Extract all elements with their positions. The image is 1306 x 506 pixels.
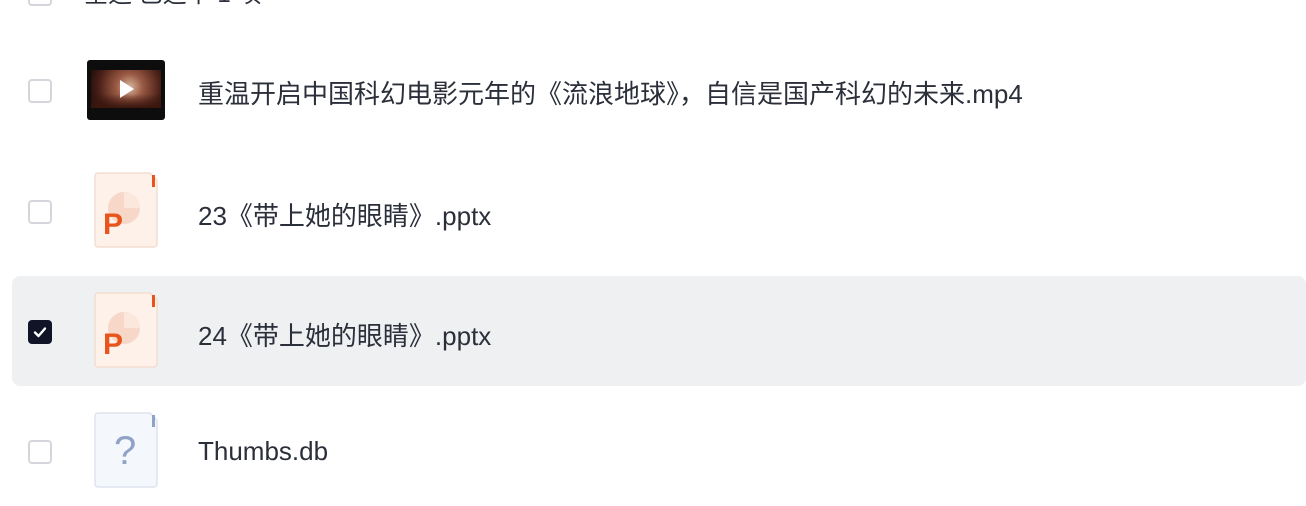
checkmark-icon (33, 327, 47, 338)
file-row[interactable]: P 23《带上她的眼睛》.pptx (12, 156, 1306, 266)
select-all-checkbox[interactable] (28, 0, 52, 6)
row-checkbox[interactable] (28, 200, 52, 224)
select-all-row: 全选 已选中 1 项 (0, 0, 1306, 10)
svg-text:?: ? (114, 429, 136, 473)
file-row-selected[interactable]: P 24《带上她的眼睛》.pptx (12, 276, 1306, 386)
svg-text:P: P (103, 328, 123, 361)
video-thumbnail (87, 60, 165, 120)
row-checkbox-checked[interactable] (28, 320, 52, 344)
play-icon (120, 80, 134, 98)
powerpoint-icon: P (94, 292, 158, 368)
file-row[interactable]: 重温开启中国科幻电影元年的《流浪地球》，自信是国产科幻的未来.mp4 (12, 36, 1306, 146)
powerpoint-icon: P (94, 172, 158, 248)
file-name[interactable]: 24《带上她的眼睛》.pptx (198, 316, 491, 353)
svg-text:P: P (103, 208, 123, 241)
row-checkbox[interactable] (28, 440, 52, 464)
file-name[interactable]: 23《带上她的眼睛》.pptx (198, 196, 491, 233)
unknown-file-icon: ? (94, 412, 158, 488)
file-row[interactable]: ? Thumbs.db (12, 396, 1306, 506)
file-name[interactable]: Thumbs.db (198, 436, 328, 467)
select-all-label: 全选 已选中 1 项 (84, 0, 261, 9)
row-checkbox[interactable] (28, 79, 52, 103)
file-name[interactable]: 重温开启中国科幻电影元年的《流浪地球》，自信是国产科幻的未来.mp4 (198, 74, 1023, 111)
